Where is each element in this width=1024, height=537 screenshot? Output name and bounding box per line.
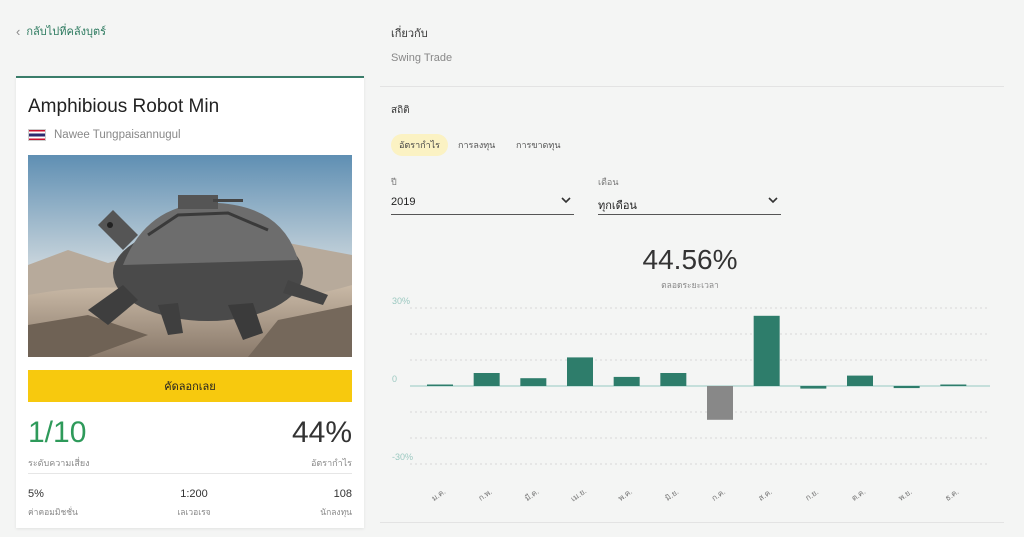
robot-illustration xyxy=(28,155,352,357)
bar-3 xyxy=(520,378,547,386)
total-profit-label: ตลอดระยะเวลา xyxy=(661,280,719,290)
profit-rate-label: อัตรากำไร xyxy=(310,458,352,468)
leverage-value: 1:200 xyxy=(180,488,208,500)
bar-8 xyxy=(753,315,780,386)
risk-level-value: 1/10 xyxy=(28,416,87,449)
thailand-flag-icon xyxy=(28,129,46,141)
year-select[interactable]: 2019 xyxy=(391,192,574,215)
profit-rate-value: 44% xyxy=(291,416,352,449)
robot-image xyxy=(28,155,352,357)
about-divider xyxy=(380,86,1004,87)
investors-stat: 108 นักลงทุน xyxy=(320,488,352,519)
month-select[interactable]: ทุกเดือน xyxy=(598,192,781,215)
x-tick-label: ธ.ค. xyxy=(943,487,960,503)
bar-7 xyxy=(707,386,733,420)
robot-title: Amphibious Robot Min xyxy=(28,96,220,117)
bar-11 xyxy=(893,386,920,389)
bar-1 xyxy=(427,384,453,386)
commission-label: ค่าคอมมิชชั่น xyxy=(28,507,78,517)
copy-now-button[interactable]: คัดลอกเลย xyxy=(28,370,352,402)
x-tick-label: มี.ค. xyxy=(523,487,541,503)
back-to-library-link[interactable]: ‹ กลับไปที่คลังบุตร์ xyxy=(16,22,106,40)
robot-card: Amphibious Robot Min Nawee Tungpaisannug… xyxy=(16,76,364,528)
card-divider xyxy=(28,473,352,474)
bar-6 xyxy=(660,373,687,386)
panel-bottom-divider xyxy=(380,522,1004,523)
investors-label: นักลงทุน xyxy=(320,507,352,517)
bar-9 xyxy=(800,386,827,389)
chevron-left-icon: ‹ xyxy=(16,23,21,39)
y-tick-label: 0 xyxy=(392,374,397,384)
x-tick-label: มิ.ย. xyxy=(663,487,680,503)
chevron-down-icon xyxy=(767,194,779,209)
commission-value: 5% xyxy=(28,488,44,500)
leverage-label: เลเวอเรจ xyxy=(177,507,211,517)
tab-loss[interactable]: การขาดทุน xyxy=(508,134,568,156)
chevron-down-icon xyxy=(560,194,572,209)
x-tick-label: ม.ค. xyxy=(430,487,448,503)
bar-10 xyxy=(847,375,873,386)
bar-5 xyxy=(613,376,640,386)
x-tick-label: ก.ค. xyxy=(710,487,727,503)
bar-4 xyxy=(567,357,593,386)
x-tick-label: พ.ย. xyxy=(897,487,914,503)
tab-investment[interactable]: การลงทุน xyxy=(450,134,503,156)
x-tick-label: ก.พ. xyxy=(477,487,494,503)
back-link-label: กลับไปที่คลังบุตร์ xyxy=(26,26,106,38)
investors-value: 108 xyxy=(333,488,352,500)
x-tick-label: เม.ย. xyxy=(569,486,588,503)
x-tick-label: ต.ค. xyxy=(850,487,867,503)
year-label: ปี xyxy=(391,177,397,187)
x-tick-label: ส.ค. xyxy=(757,487,774,503)
month-label: เดือน xyxy=(598,177,619,187)
author-name: Nawee Tungpaisannugul xyxy=(54,129,181,141)
monthly-profit-chart: 30% 0 -30% ม.ค. ก.พ. มี.ค. เม.ย. พ.ค. มิ.ย. ก.ค. ส… xyxy=(392,296,990,504)
commission-stat: 5% ค่าคอมมิชชั่น xyxy=(28,488,78,519)
bar-2 xyxy=(473,373,500,386)
about-heading: เกี่ยวกับ xyxy=(391,28,428,40)
year-select-value: 2019 xyxy=(391,196,416,208)
x-tick-label: ก.ย. xyxy=(804,487,821,502)
author-row: Nawee Tungpaisannugul xyxy=(28,129,181,141)
month-select-value: ทุกเดือน xyxy=(598,200,637,212)
y-tick-label: 30% xyxy=(392,296,410,306)
y-tick-label: -30% xyxy=(392,452,413,462)
leverage-stat: 1:200 เลเวอเรจ xyxy=(164,488,224,519)
bar-12 xyxy=(940,384,967,386)
risk-level-label: ระดับความเสี่ยง xyxy=(28,458,90,468)
about-text: Swing Trade xyxy=(391,52,453,64)
x-tick-label: พ.ค. xyxy=(616,487,634,503)
total-profit-value: 44.56% xyxy=(642,244,738,275)
statistics-heading: สถิติ xyxy=(391,105,410,116)
tab-profit-rate[interactable]: อัตรากำไร xyxy=(391,134,449,156)
